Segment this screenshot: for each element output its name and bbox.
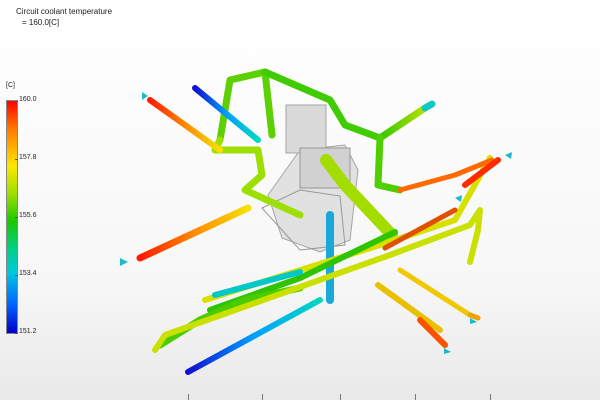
- bottom-ruler: [0, 394, 600, 400]
- cooling-circuit-view[interactable]: [0, 0, 600, 400]
